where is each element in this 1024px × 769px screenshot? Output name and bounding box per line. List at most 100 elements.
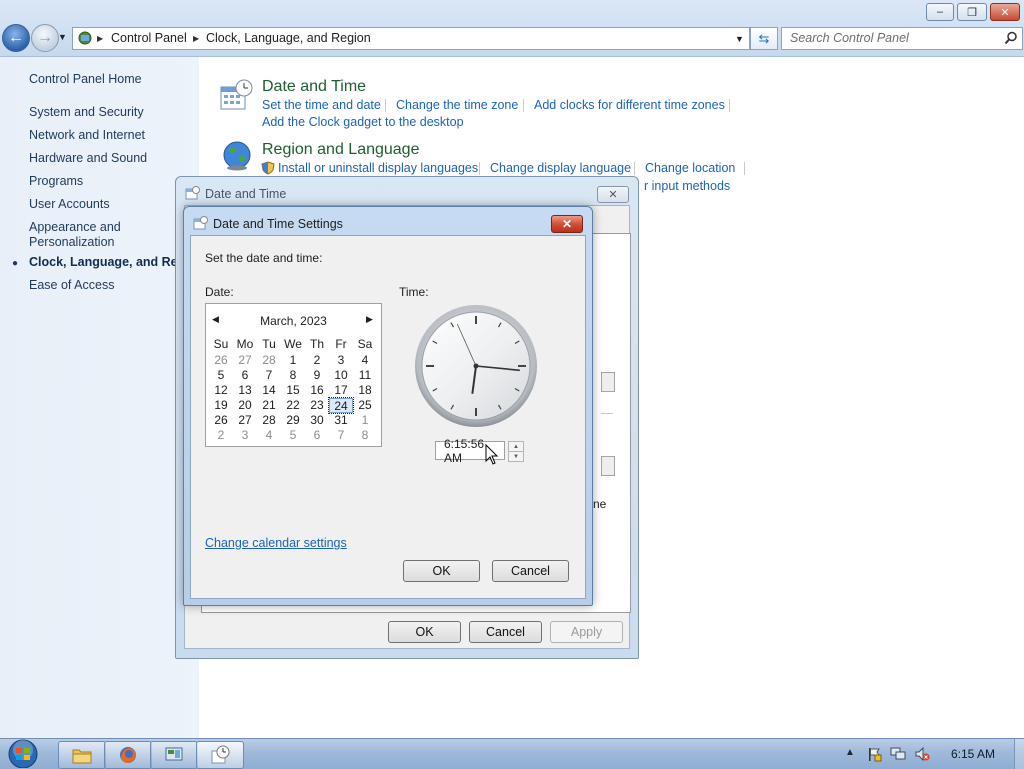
calendar-day-other-month[interactable]: 6: [305, 428, 329, 443]
sidebar-control-panel-home[interactable]: Control Panel Home: [29, 72, 142, 86]
sidebar-item-ease-of-access[interactable]: Ease of Access: [29, 278, 114, 292]
calendar-day[interactable]: 21: [257, 398, 281, 413]
change-date-time-button-partial[interactable]: [601, 372, 615, 392]
sidebar-item-hardware-sound[interactable]: Hardware and Sound: [29, 151, 147, 165]
calendar-day[interactable]: 6: [233, 368, 257, 383]
calendar-day[interactable]: 11: [353, 368, 377, 383]
show-desktop-button[interactable]: [1014, 739, 1024, 769]
search-icon[interactable]: [1004, 31, 1018, 45]
forward-button[interactable]: →: [31, 24, 59, 52]
calendar-day-other-month[interactable]: 26: [209, 353, 233, 368]
recent-pages-dropdown[interactable]: ▼: [58, 32, 67, 42]
calendar-day[interactable]: 14: [257, 383, 281, 398]
change-time-zone-link[interactable]: Change the time zone: [396, 98, 518, 112]
address-history-dropdown-icon[interactable]: ▼: [735, 34, 744, 44]
search-input[interactable]: Search Control Panel: [781, 27, 1023, 50]
calendar-day[interactable]: 3: [329, 353, 353, 368]
calendar-day[interactable]: 22: [281, 398, 305, 413]
calendar-day[interactable]: 23: [305, 398, 329, 413]
sidebar-item-clock-language-region[interactable]: Clock, Language, and Region: [29, 255, 175, 269]
change-location-link[interactable]: Change location: [645, 161, 735, 175]
calendar-day-other-month[interactable]: 4: [257, 428, 281, 443]
volume-muted-icon[interactable]: [914, 746, 930, 762]
calendar-day[interactable]: 30: [305, 413, 329, 428]
change-time-zone-button-partial[interactable]: [601, 456, 615, 476]
calendar-day[interactable]: 15: [281, 383, 305, 398]
calendar-day-other-month[interactable]: 1: [353, 413, 377, 428]
network-icon[interactable]: [890, 746, 906, 762]
calendar-day-other-month[interactable]: 2: [209, 428, 233, 443]
calendar-day[interactable]: 28: [257, 413, 281, 428]
calendar-day[interactable]: 29: [281, 413, 305, 428]
change-calendar-settings-link[interactable]: Change calendar settings: [205, 536, 347, 550]
region-language-category-title[interactable]: Region and Language: [262, 141, 419, 159]
sidebar-item-network-internet[interactable]: Network and Internet: [29, 128, 145, 142]
sidebar-item-programs[interactable]: Programs: [29, 174, 83, 188]
restore-button[interactable]: ❐: [957, 3, 987, 21]
calendar-day-other-month[interactable]: 5: [281, 428, 305, 443]
date-time-apply-button[interactable]: Apply: [550, 621, 623, 643]
breadcrumb-control-panel[interactable]: Control Panel: [111, 31, 187, 45]
calendar-day[interactable]: 17: [329, 383, 353, 398]
calendar-day[interactable]: 31: [329, 413, 353, 428]
sidebar-item-appearance-line1[interactable]: Appearance and: [29, 220, 121, 234]
calendar-day[interactable]: 2: [305, 353, 329, 368]
taskbar-firefox-button[interactable]: [104, 741, 152, 769]
settings-ok-button[interactable]: OK: [403, 560, 480, 582]
input-methods-link-partial[interactable]: r input methods: [644, 179, 730, 193]
calendar-day[interactable]: 19: [209, 398, 233, 413]
calendar-day[interactable]: 12: [209, 383, 233, 398]
breadcrumb-separator-icon[interactable]: ▶: [193, 34, 199, 43]
sidebar-item-user-accounts[interactable]: User Accounts: [29, 197, 110, 211]
calendar-month-year[interactable]: March, 2023: [206, 314, 381, 328]
calendar-day-other-month[interactable]: 28: [257, 353, 281, 368]
taskbar-date-time-button[interactable]: [196, 741, 244, 769]
calendar-day[interactable]: 4: [353, 353, 377, 368]
time-spin-down-button[interactable]: ▼: [508, 451, 524, 462]
sidebar-item-appearance-line2[interactable]: Personalization: [29, 235, 114, 249]
date-time-dialog-close-button[interactable]: ✕: [597, 186, 629, 203]
date-time-cancel-button[interactable]: Cancel: [469, 621, 542, 643]
add-clocks-link[interactable]: Add clocks for different time zones: [534, 98, 725, 112]
date-time-ok-button[interactable]: OK: [388, 621, 461, 643]
calendar-day[interactable]: 16: [305, 383, 329, 398]
install-display-languages-link[interactable]: Install or uninstall display languages: [278, 161, 478, 175]
taskbar-control-panel-button[interactable]: [150, 741, 198, 769]
calendar-day[interactable]: 18: [353, 383, 377, 398]
sidebar-item-system-security[interactable]: System and Security: [29, 105, 144, 119]
next-month-icon[interactable]: ▶: [366, 314, 373, 325]
calendar-day-other-month[interactable]: 8: [353, 428, 377, 443]
date-time-category-title[interactable]: Date and Time: [262, 78, 366, 96]
calendar-day-selected[interactable]: 24: [328, 397, 354, 414]
change-display-language-link[interactable]: Change display language: [490, 161, 631, 175]
calendar-day[interactable]: 10: [329, 368, 353, 383]
settings-cancel-button[interactable]: Cancel: [492, 560, 569, 582]
calendar-day-other-month[interactable]: 7: [329, 428, 353, 443]
back-button[interactable]: ←: [2, 24, 30, 52]
action-center-flag-icon[interactable]: [866, 746, 882, 762]
date-time-settings-close-button[interactable]: ✕: [551, 215, 583, 233]
calendar-day[interactable]: 8: [281, 368, 305, 383]
calendar-day[interactable]: 5: [209, 368, 233, 383]
refresh-button[interactable]: ⇆: [750, 27, 778, 50]
date-calendar[interactable]: ◀ March, 2023 ▶ Su Mo Tu We Th Fr Sa 26 27 28 1 2 3 4…: [205, 303, 382, 447]
show-hidden-icons-button[interactable]: ▲: [845, 747, 855, 758]
calendar-day[interactable]: 20: [233, 398, 257, 413]
calendar-day-other-month[interactable]: 3: [233, 428, 257, 443]
minimize-button[interactable]: –: [926, 3, 954, 21]
calendar-day-other-month[interactable]: 27: [233, 353, 257, 368]
calendar-day[interactable]: 25: [353, 398, 377, 413]
breadcrumb-clock-language-region[interactable]: Clock, Language, and Region: [206, 31, 371, 45]
calendar-day[interactable]: 13: [233, 383, 257, 398]
add-clock-gadget-link[interactable]: Add the Clock gadget to the desktop: [262, 115, 464, 129]
close-window-button[interactable]: ✕: [990, 3, 1020, 21]
calendar-day[interactable]: 9: [305, 368, 329, 383]
address-bar[interactable]: ▶ Control Panel ▶ Clock, Language, and R…: [72, 27, 750, 50]
taskbar-explorer-button[interactable]: [58, 741, 106, 769]
calendar-day[interactable]: 7: [257, 368, 281, 383]
calendar-day[interactable]: 26: [209, 413, 233, 428]
set-time-date-link[interactable]: Set the time and date: [262, 98, 381, 112]
taskbar-clock[interactable]: 6:15 AM: [951, 747, 995, 761]
calendar-day[interactable]: 27: [233, 413, 257, 428]
start-button[interactable]: [4, 739, 42, 768]
